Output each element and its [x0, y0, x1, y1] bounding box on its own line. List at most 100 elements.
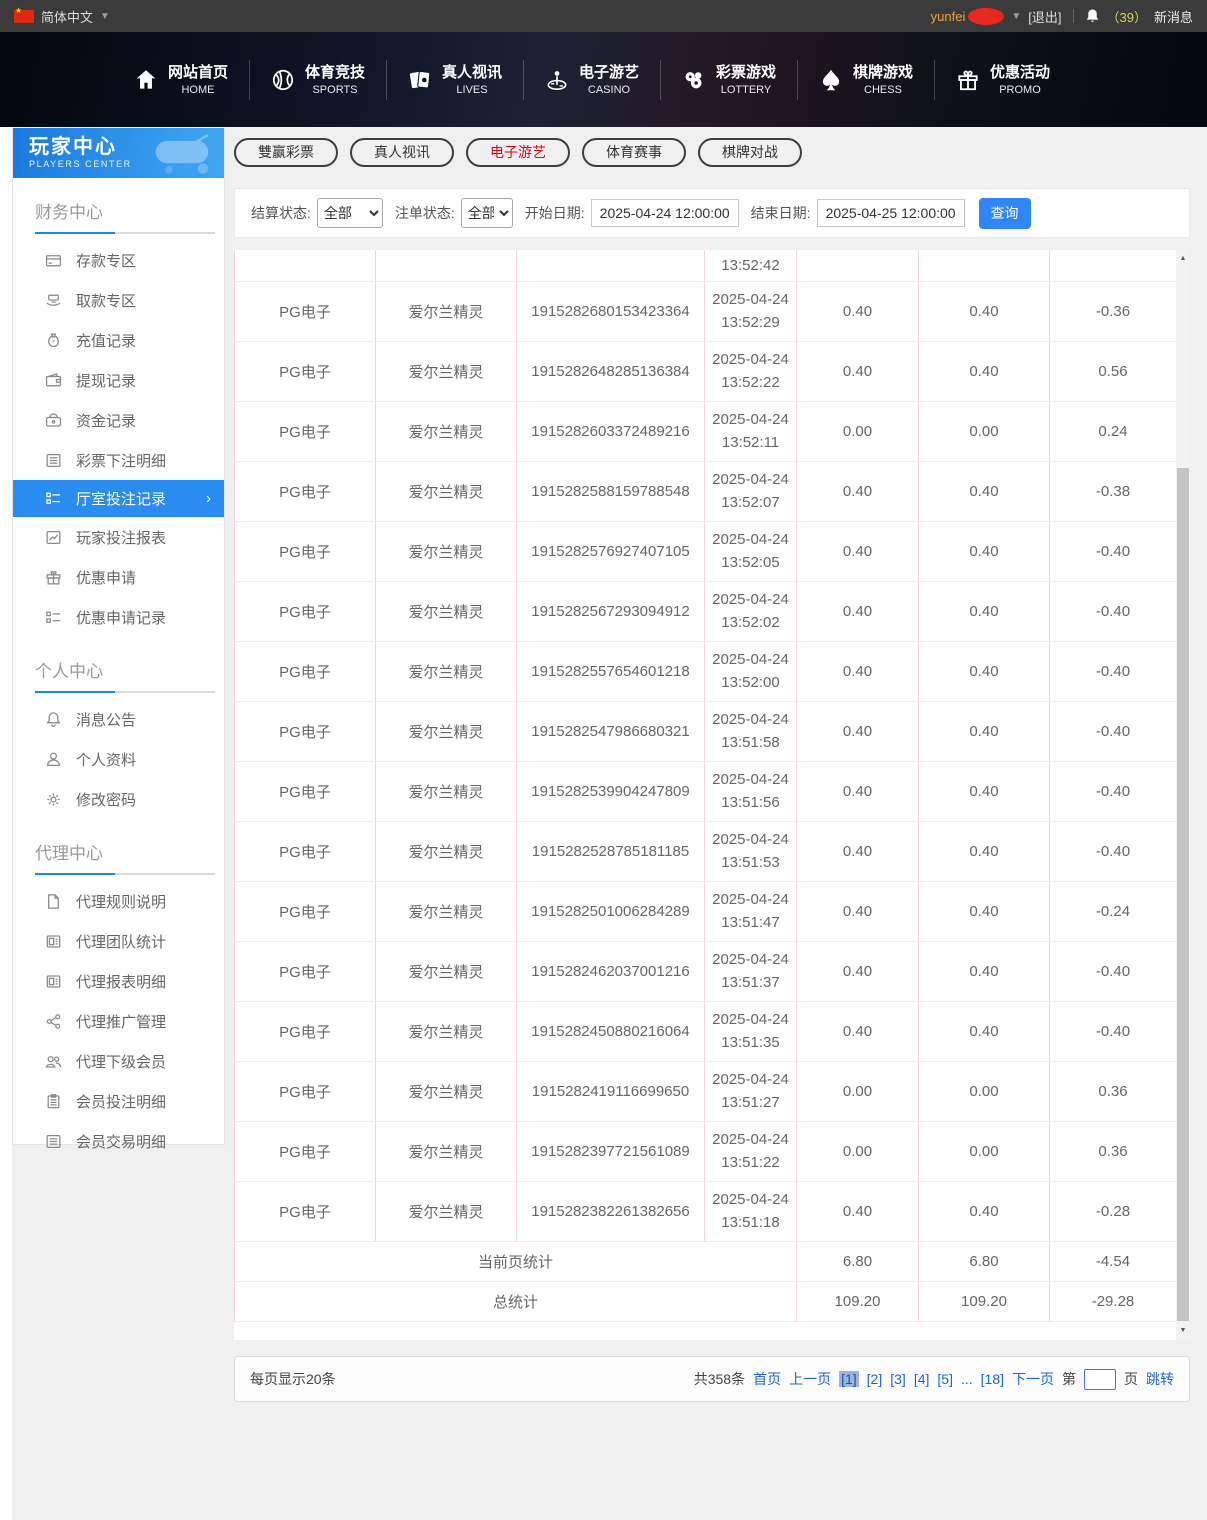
cell-platform: PG电子 — [235, 1181, 376, 1241]
sidebar-item-会员交易明细[interactable]: 会员交易明细 — [13, 1121, 224, 1161]
page-link[interactable]: [5] — [937, 1371, 953, 1387]
next-page-link[interactable]: 下一页 — [1012, 1369, 1054, 1389]
cell-win-loss: -0.38 — [1050, 461, 1177, 521]
share-icon — [45, 1013, 62, 1030]
summary-result: -4.54 — [1050, 1241, 1177, 1281]
sidebar-item-消息公告[interactable]: 消息公告 — [13, 699, 224, 739]
cards-icon — [407, 67, 433, 93]
start-date-label: 开始日期: — [525, 203, 585, 223]
page-link[interactable]: [18] — [981, 1371, 1004, 1387]
first-page-link[interactable]: 首页 — [753, 1369, 781, 1389]
table-row: PG电子爱尔兰精灵19152824191166996502025-04-2413… — [235, 1061, 1177, 1121]
redaction-blob — [968, 8, 1004, 25]
username[interactable]: yunfei — [931, 9, 966, 24]
sidebar-item-取款专区[interactable]: 取款专区 — [13, 280, 224, 320]
sidebar-item-玩家投注报表[interactable]: 玩家投注报表 — [13, 517, 224, 557]
start-date-input[interactable] — [591, 199, 739, 227]
nav-item-chess[interactable]: 棋牌游戏CHESS — [797, 62, 934, 97]
sidebar-item-修改密码[interactable]: 修改密码 — [13, 779, 224, 819]
sidebar-item-彩票下注明细[interactable]: 彩票下注明细 — [13, 440, 224, 480]
sidebar-item-个人资料[interactable]: 个人资料 — [13, 739, 224, 779]
page-jump-input[interactable] — [1084, 1369, 1116, 1390]
summary-valid: 109.20 — [919, 1281, 1050, 1321]
cell-valid-bet: 0.40 — [919, 881, 1050, 941]
person-icon — [45, 751, 62, 768]
table-row: PG电子爱尔兰精灵19152826801534233642025-04-2413… — [235, 281, 1177, 341]
nav-item-lottery[interactable]: 彩票游戏LOTTERY — [660, 62, 797, 97]
cell-bet-amount: 0.40 — [797, 641, 919, 701]
message-label[interactable]: 新消息 — [1154, 7, 1193, 26]
query-button[interactable]: 查询 — [979, 198, 1031, 229]
scroll-down-arrow[interactable]: ▼ — [1176, 1323, 1190, 1339]
tab-雙赢彩票[interactable]: 雙赢彩票 — [234, 138, 338, 167]
sidebar-item-label: 代理推广管理 — [76, 1011, 166, 1032]
message-count[interactable]: （39） — [1107, 7, 1147, 26]
chevron-right-icon: › — [206, 490, 211, 507]
nav-item-home[interactable]: 网站首页HOME — [112, 62, 249, 97]
page-link[interactable]: [4] — [914, 1371, 930, 1387]
language-switcher[interactable]: ★ 简体中文 ▼ — [14, 7, 110, 26]
spade-icon — [818, 67, 844, 93]
table-scrollbar[interactable]: ▲ ▼ — [1176, 250, 1190, 1340]
sidebar-item-代理团队统计[interactable]: 代理团队统计 — [13, 921, 224, 961]
sidebar-item-存款专区[interactable]: 存款专区 — [13, 240, 224, 280]
cell-game: 爱尔兰精灵 — [376, 761, 517, 821]
cell-bet-amount: 0.00 — [797, 1061, 919, 1121]
nav-item-casino[interactable]: 电子游艺CASINO — [523, 62, 660, 97]
tab-棋牌对战[interactable]: 棋牌对战 — [698, 138, 802, 167]
sidebar-item-优惠申请记录[interactable]: 优惠申请记录 — [13, 597, 224, 637]
table-row: PG电子爱尔兰精灵19152825010062842892025-04-2413… — [235, 881, 1177, 941]
sidebar-item-充值记录[interactable]: 充值记录 — [13, 320, 224, 360]
filter-bar: 结算状态: 全部 注单状态: 全部 开始日期: 结束日期: 查询 — [234, 188, 1190, 238]
sidebar-item-代理下级会员[interactable]: 代理下级会员 — [13, 1041, 224, 1081]
tab-真人视讯[interactable]: 真人视讯 — [350, 138, 454, 167]
sidebar-item-优惠申请[interactable]: 优惠申请 — [13, 557, 224, 597]
cell-valid-bet: 0.40 — [919, 1001, 1050, 1061]
cell-order-number: 1915282501006284289 — [517, 881, 705, 941]
page-link[interactable]: [2] — [867, 1371, 883, 1387]
cell-time: 13:52:42 — [705, 250, 797, 281]
list-icon — [45, 452, 62, 469]
tab-体育赛事[interactable]: 体育赛事 — [582, 138, 686, 167]
cell-win-loss: 0.56 — [1050, 341, 1177, 401]
bell-icon[interactable] — [1085, 8, 1100, 24]
nav-item-text: 电子游艺CASINO — [579, 62, 639, 97]
cell-valid-bet: 0.40 — [919, 341, 1050, 401]
order-status-select[interactable]: 全部 — [461, 198, 513, 228]
cell-valid-bet: 0.40 — [919, 701, 1050, 761]
page-link-current[interactable]: [1] — [839, 1371, 859, 1387]
nav-item-lives[interactable]: 真人视讯LIVES — [386, 62, 523, 97]
cell-win-loss: -0.40 — [1050, 521, 1177, 581]
nav-item-sports[interactable]: 体育竞技SPORTS — [249, 62, 386, 97]
cell-game: 爱尔兰精灵 — [376, 941, 517, 1001]
cell-platform: PG电子 — [235, 641, 376, 701]
end-date-input[interactable] — [817, 199, 965, 227]
page-link[interactable]: [3] — [890, 1371, 906, 1387]
sidebar-item-会员投注明细[interactable]: 会员投注明细 — [13, 1081, 224, 1121]
sidebar-item-代理报表明细[interactable]: 代理报表明细 — [13, 961, 224, 1001]
nav-item-text: 棋牌游戏CHESS — [853, 62, 913, 97]
summary-row: 总统计109.20109.20-29.28 — [235, 1281, 1177, 1321]
pagination-controls: 共358条 首页 上一页 [1][2][3][4][5]...[18] 下一页 … — [694, 1369, 1174, 1390]
scroll-up-arrow[interactable]: ▲ — [1176, 251, 1190, 267]
sidebar-item-提现记录[interactable]: 提现记录 — [13, 360, 224, 400]
sidebar-item-代理推广管理[interactable]: 代理推广管理 — [13, 1001, 224, 1041]
sidebar-item-资金记录[interactable]: 资金记录 — [13, 400, 224, 440]
logout-link[interactable]: [退出] — [1028, 7, 1061, 26]
casino-icon — [544, 67, 570, 93]
jump-link[interactable]: 跳转 — [1146, 1369, 1174, 1389]
nav-item-promo[interactable]: 优惠活动PROMO — [934, 62, 1071, 97]
home-icon — [133, 67, 159, 93]
main-nav: 网站首页HOME体育竞技SPORTS真人视讯LIVES 电子游艺CASINO 彩票游… — [0, 32, 1207, 127]
sidebar-item-代理规则说明[interactable]: 代理规则说明 — [13, 881, 224, 921]
sidebar-item-厅室投注记录[interactable]: 厅室投注记录› — [13, 480, 224, 517]
prev-page-link[interactable]: 上一页 — [789, 1369, 831, 1389]
summary-label: 当前页统计 — [235, 1241, 797, 1281]
cell-platform: PG电子 — [235, 701, 376, 761]
tab-电子游艺[interactable]: 电子游艺 — [466, 138, 570, 167]
nav-label-zh: 彩票游戏 — [716, 62, 776, 84]
section-underline — [35, 873, 215, 875]
scrollbar-thumb[interactable] — [1177, 468, 1189, 1321]
settle-status-select[interactable]: 全部 — [317, 198, 383, 228]
summary-valid: 6.80 — [919, 1241, 1050, 1281]
